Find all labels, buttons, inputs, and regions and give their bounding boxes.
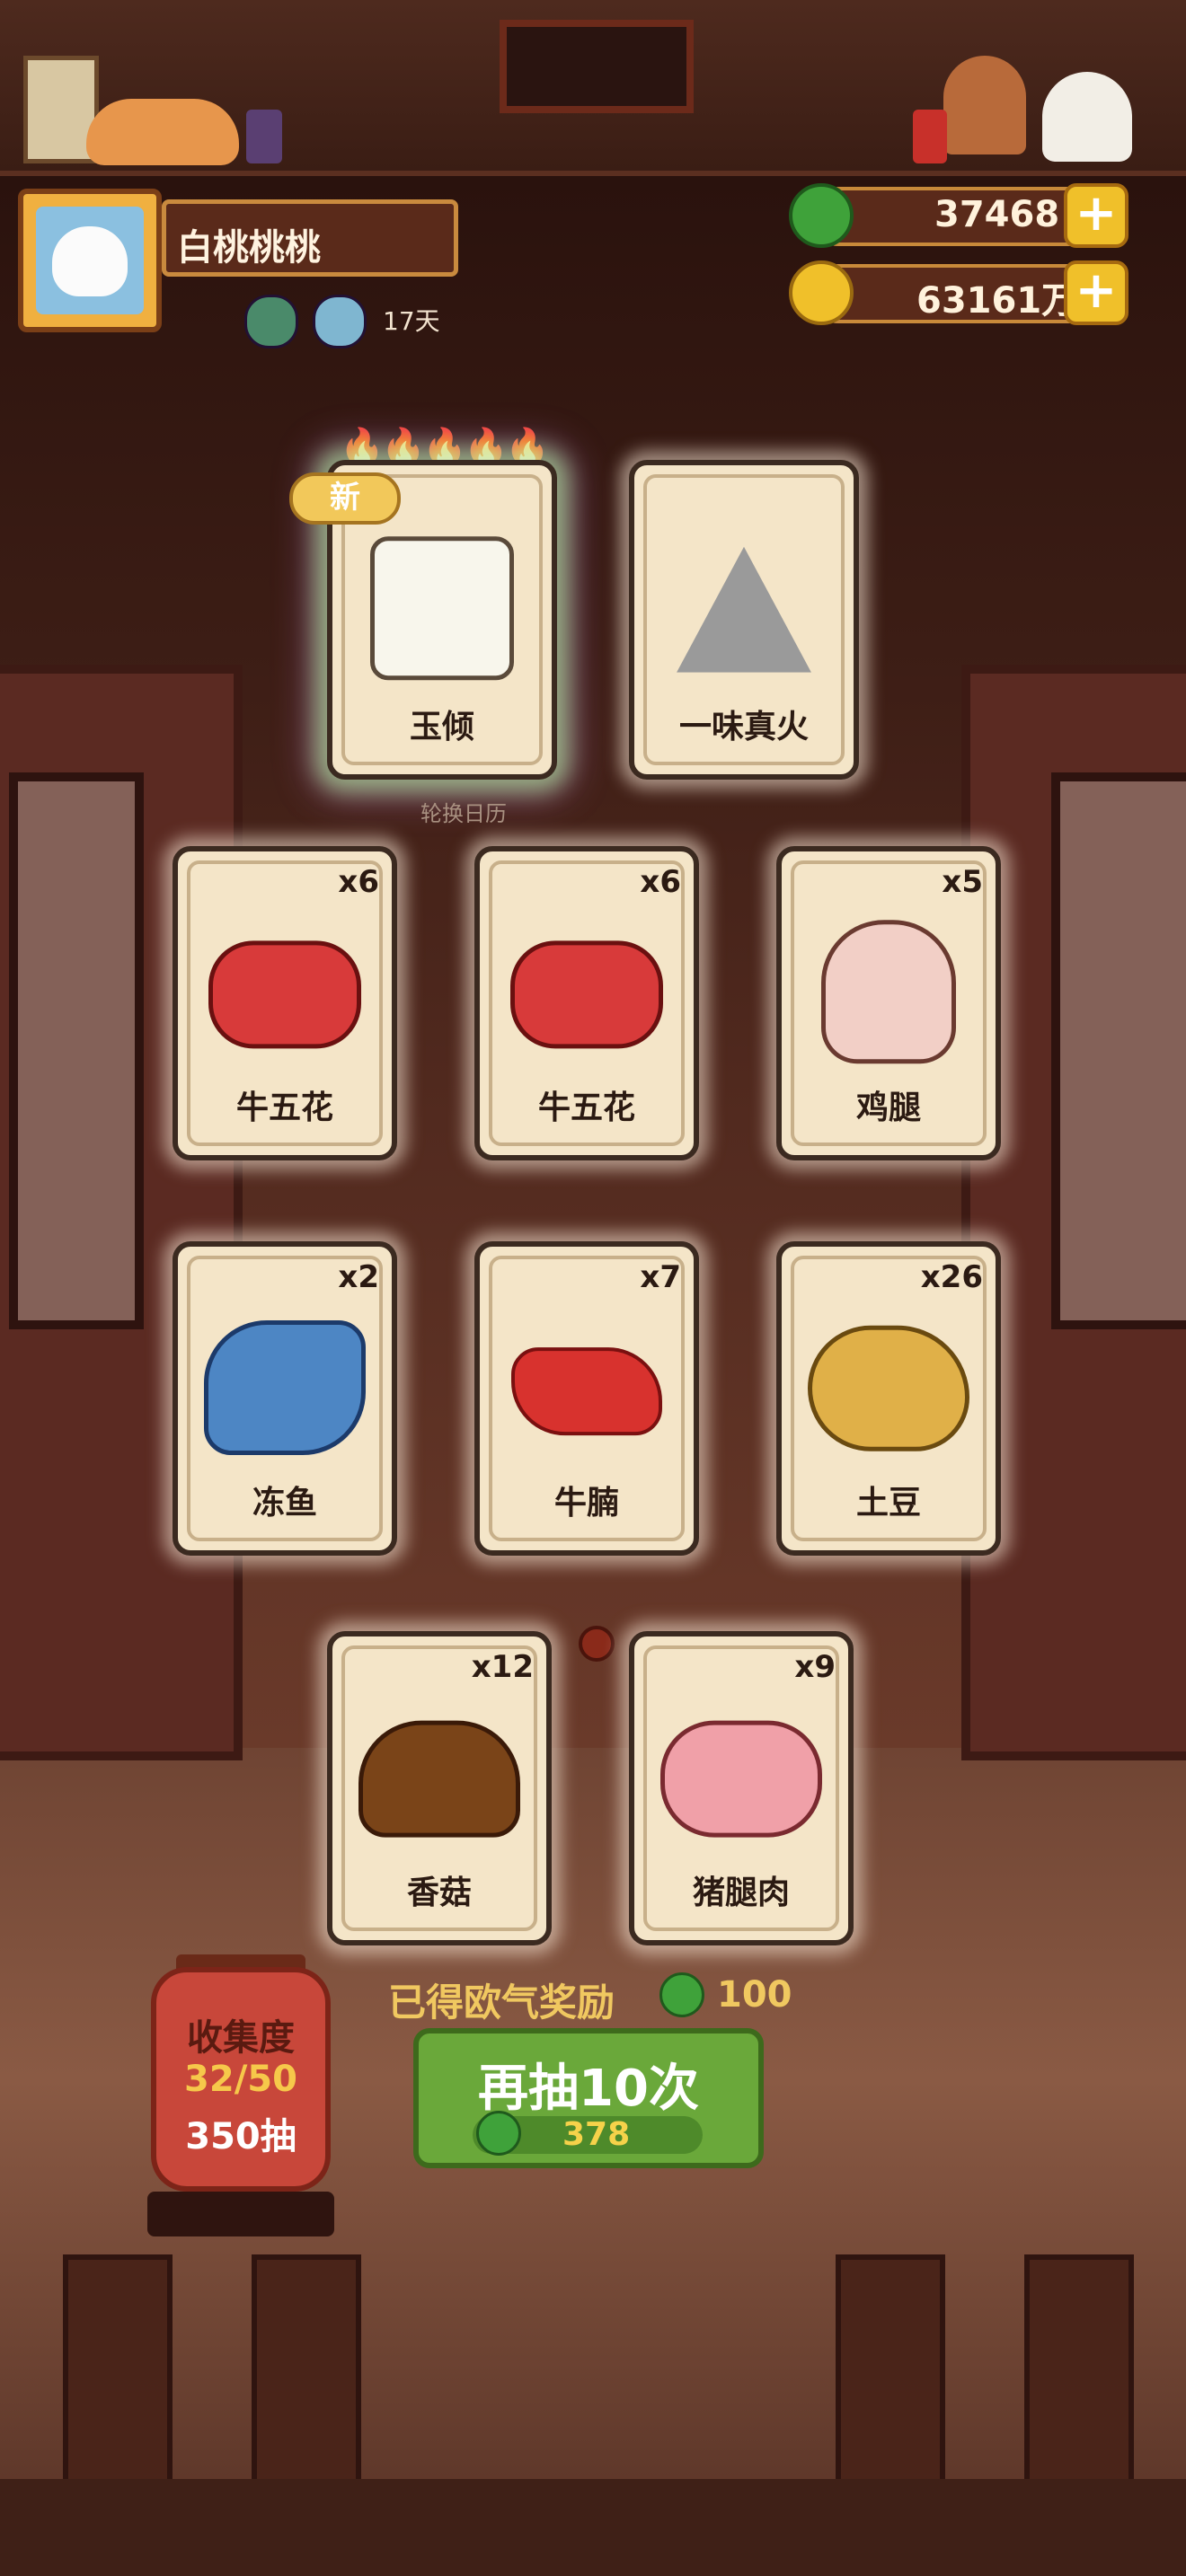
floor-strip (0, 2479, 1186, 2576)
redraw-label: 再抽10次 (478, 2060, 699, 2118)
item-card[interactable]: x5 鸡腿 (776, 846, 1001, 1160)
avatar[interactable] (18, 189, 162, 332)
chicken-leg-icon (821, 920, 956, 1064)
collection-progress: 32/50 (184, 2059, 297, 2100)
stool (836, 2254, 945, 2493)
pork-belly-icon (510, 940, 663, 1049)
frozen-fish-icon (204, 1320, 366, 1455)
skill-card[interactable]: 一味真火 (629, 460, 859, 780)
card-count: x5 (942, 864, 983, 900)
luck-reward-value: 100 (717, 1974, 792, 2016)
player-name: 白桃桃桃 (177, 227, 321, 269)
pork-belly-icon (208, 940, 361, 1049)
pork-leg-icon (660, 1720, 822, 1838)
cat-figure (86, 99, 239, 165)
card-name: 牛五花 (235, 1090, 333, 1126)
add-coins-button[interactable]: + (1064, 260, 1128, 325)
stool (63, 2254, 173, 2493)
chef-figure (943, 56, 1026, 154)
card-name: 鸡腿 (855, 1090, 921, 1126)
luck-reward-label: 已得欧气奖励 (388, 1981, 615, 2025)
right-door-lattice (1051, 772, 1186, 1329)
coin-amount: 63161万 (916, 280, 1078, 322)
collection-draws: 350抽 (185, 2116, 296, 2157)
item-card[interactable]: x6 牛五花 (173, 846, 397, 1160)
collection-title: 收集度 (187, 2017, 295, 2059)
collection-lantern[interactable]: 收集度 32/50 350抽 (151, 1967, 331, 2192)
lantern-stand (147, 2192, 334, 2236)
cat-avatar-icon (36, 207, 144, 314)
jade-icon (476, 2111, 521, 2156)
card-name: 香菇 (406, 1875, 472, 1911)
redraw-10-button[interactable]: 再抽10次 378 (413, 2028, 764, 2168)
item-card[interactable]: x12 香菇 (327, 1631, 552, 1945)
new-badge: 新 (289, 472, 401, 525)
center-knob-icon (579, 1626, 615, 1662)
card-name: 牛五花 (537, 1090, 635, 1126)
stool (252, 2254, 361, 2493)
card-count: x2 (338, 1259, 379, 1295)
item-card[interactable]: x2 冻鱼 (173, 1241, 397, 1556)
card-count: x9 (794, 1649, 836, 1685)
mushroom-icon (358, 1720, 520, 1838)
jade-icon (789, 183, 854, 248)
teacup-character-icon (370, 536, 514, 681)
login-days: 17天 (383, 306, 440, 336)
add-jade-button[interactable]: + (1064, 183, 1128, 248)
white-cat-figure (1042, 72, 1132, 162)
item-card[interactable]: x9 猪腿肉 (629, 1631, 854, 1945)
item-card[interactable]: x6 牛五花 (474, 846, 699, 1160)
card-name: 冻鱼 (252, 1485, 317, 1522)
potato-icon (808, 1325, 969, 1451)
card-count: x6 (338, 864, 379, 900)
stool (1024, 2254, 1134, 2493)
card-count: x12 (471, 1649, 534, 1685)
card-name: 牛腩 (553, 1485, 619, 1522)
left-door-lattice (9, 772, 144, 1329)
title-badge-icon[interactable] (244, 295, 298, 348)
card-count: x26 (920, 1259, 983, 1295)
coin-icon (789, 260, 854, 325)
card-name: 玉倾 (409, 709, 474, 745)
card-name: 猪腿肉 (692, 1875, 790, 1911)
card-name: 一味真火 (678, 709, 809, 745)
card-name: 土豆 (855, 1485, 921, 1522)
card-count: x7 (640, 1259, 681, 1295)
card-count: x6 (640, 864, 681, 900)
new-badge-label: 新 (330, 480, 360, 516)
jade-icon (659, 1972, 704, 2017)
vase (913, 110, 947, 163)
portrait-banner (500, 20, 694, 113)
player-name-box[interactable]: 白桃桃桃 (162, 199, 458, 277)
jade-amount: 37468 (934, 194, 1060, 235)
beef-brisket-icon (511, 1347, 662, 1436)
redraw-cost: 378 (562, 2116, 631, 2153)
vase (246, 110, 282, 163)
fish-badge-icon[interactable] (313, 295, 367, 348)
item-card[interactable]: x7 牛腩 (474, 1241, 699, 1556)
item-card[interactable]: x26 土豆 (776, 1241, 1001, 1556)
calendar-label: 轮换日历 (420, 801, 507, 826)
